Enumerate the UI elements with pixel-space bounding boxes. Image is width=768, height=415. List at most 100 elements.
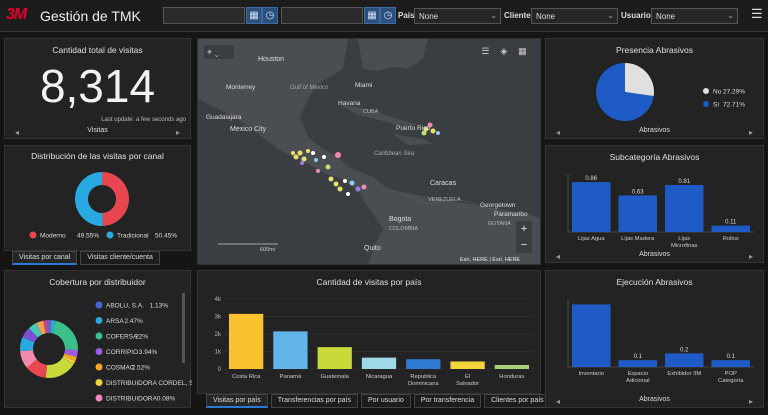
channel-donut-chart: Moderno 49.55% Tradicional 50.45%	[29, 172, 177, 240]
legend-swatch	[29, 231, 37, 239]
map-label: Houston	[258, 56, 284, 63]
scrollbar[interactable]	[182, 293, 185, 363]
channel-tabs: Visitas por canal Visitas cliente/cuenta	[12, 251, 163, 265]
chevron-right-icon[interactable]: ▸	[749, 397, 753, 406]
x-tick-label: Espacio	[627, 371, 648, 377]
chevron-right-icon[interactable]: ▸	[176, 128, 180, 137]
zoom-controls: + −	[516, 221, 532, 253]
map-scale: 600mi	[260, 247, 275, 253]
legend-label: COSMAC	[106, 365, 135, 372]
data-label: 0.86	[585, 176, 597, 182]
client-filter-label: Cliente	[504, 11, 531, 20]
total-visits-panel: Cantidad total de visitas 8,314 Last upd…	[4, 38, 191, 139]
x-tick-label: POP	[725, 371, 737, 377]
legend-label: ABOLU, S.A.	[106, 303, 144, 310]
data-label: 0.1	[727, 354, 736, 360]
map-canvas[interactable]: Houston Monterrey Gulf of Mexico Miami H…	[198, 39, 541, 265]
map-toolbar: ☰ ◈ ▦	[476, 43, 532, 59]
bar	[711, 360, 750, 367]
map-label: Miami	[355, 82, 372, 89]
x-tick-label: Lijas	[678, 236, 690, 242]
legend-value: 49.55%	[77, 233, 99, 240]
legend-label: CORRIPIO	[106, 349, 138, 356]
legend-swatch	[95, 379, 103, 386]
y-tick-label: 3k	[215, 315, 222, 321]
panel-footer: Abrasivos	[639, 127, 670, 134]
data-label: 0.11	[725, 220, 737, 226]
calendar-icon[interactable]: ▦	[246, 7, 262, 24]
clock-icon[interactable]: ◷	[262, 7, 278, 24]
zoom-out-button[interactable]: −	[516, 237, 532, 253]
y-tick-label: 1k	[215, 350, 222, 356]
legend-label: Moderno	[40, 233, 66, 240]
map-attribution: Esri, HERE | Esri, HERE	[460, 257, 520, 263]
last-update-text: Last update: a few seconds ago	[101, 117, 186, 123]
menu-icon[interactable]: ☰	[751, 7, 763, 20]
map-label: Gulf of Mexico	[290, 85, 329, 91]
tab-by-user[interactable]: Por usuario	[361, 394, 411, 408]
donut-slice	[625, 63, 654, 97]
legend-value: 1.13%	[150, 303, 169, 310]
chevron-left-icon[interactable]: ◂	[556, 128, 560, 137]
chevron-down-icon: ⌄	[490, 11, 497, 20]
country-filter-label: País	[398, 11, 415, 20]
legend-swatch	[95, 317, 103, 324]
legend-swatch	[95, 332, 103, 340]
x-tick-label: El	[465, 374, 470, 380]
bar	[406, 359, 441, 369]
ejecucion-panel: Ejecución Abrasivos Inventario 0.1 Espacio…	[545, 270, 764, 408]
map-label: Georgetown	[480, 202, 516, 209]
client-select[interactable]: None ⌄	[531, 8, 618, 24]
layers-icon[interactable]: ◈	[500, 46, 507, 57]
ejecucion-chart: Inventario 0.1 EspacioAdicional 0.2 Exhibido…	[567, 299, 754, 384]
tab-transfers-by-country[interactable]: Transferencias por país	[270, 394, 359, 408]
legend-value: 22%	[135, 334, 148, 341]
chevron-left-icon[interactable]: ◂	[15, 128, 19, 137]
bar	[494, 364, 529, 369]
start-date-field[interactable]	[163, 7, 245, 24]
3m-logo: 3M	[6, 6, 27, 23]
user-select[interactable]: None ⌄	[651, 8, 738, 24]
tab-visits-by-channel[interactable]: Visitas por canal	[12, 251, 78, 265]
tab-clients-by-country[interactable]: Clientes por país	[484, 394, 551, 408]
map-extent-button[interactable]: ⌖ ⌄	[204, 45, 234, 59]
chevron-left-icon[interactable]: ◂	[556, 397, 560, 406]
bar	[273, 331, 308, 369]
tab-visits-by-client[interactable]: Visitas cliente/cuenta	[80, 251, 160, 265]
legend-swatch	[95, 363, 103, 371]
map-label: Quito	[364, 245, 381, 252]
tab-visits-by-country[interactable]: Visitas por país	[206, 394, 268, 408]
legend-value: 50.45%	[155, 233, 177, 240]
chevron-right-icon[interactable]: ▸	[749, 252, 753, 261]
legend-swatch	[95, 394, 103, 402]
x-tick-label: Rollos	[723, 236, 739, 242]
map-label: Monterrey	[226, 84, 256, 91]
chevron-right-icon[interactable]: ▸	[749, 128, 753, 137]
donut-slice	[102, 172, 129, 226]
basemap-gallery-icon[interactable]: ▦	[518, 46, 527, 57]
bar	[450, 361, 485, 369]
map-panel[interactable]: Houston Monterrey Gulf of Mexico Miami H…	[197, 38, 541, 265]
calendar-icon[interactable]: ▦	[364, 7, 380, 24]
legend-label: COFERSA	[106, 334, 138, 341]
subcategoria-panel: Subcategoría Abrasivos 0.86 Lijas Agua 0.6…	[545, 145, 764, 263]
panel-footer: Visitas	[87, 127, 108, 134]
x-tick-label: Nicaragua	[366, 374, 393, 380]
visits-by-country-chart: 0 1k 2k 3k 4k Costa Rica Panamá Guatemala Nicara…	[215, 297, 534, 387]
legend-label: No	[713, 89, 722, 96]
chevron-left-icon[interactable]: ◂	[556, 252, 560, 261]
x-tick-label: Guatemala	[321, 374, 350, 380]
legend-value: 72.71%	[723, 102, 745, 109]
legend-list-icon[interactable]: ☰	[481, 46, 489, 57]
clock-icon[interactable]: ◷	[380, 7, 396, 24]
country-select[interactable]: None ⌄	[414, 8, 501, 24]
y-tick-label: 4k	[215, 297, 222, 303]
presencia-panel: Presencia Abrasivos No 27.29% Sí 72.71% …	[545, 38, 764, 139]
end-date-field[interactable]	[281, 7, 363, 24]
visits-by-country-panel: Cantidad de visitas por país 0 1k 2k 3k 4k Co…	[197, 270, 541, 394]
tab-by-transfer[interactable]: Por transferencia	[413, 394, 482, 408]
data-label: 0.81	[678, 179, 690, 185]
x-tick-label: Adicional	[626, 378, 650, 384]
bar	[317, 347, 352, 369]
zoom-in-button[interactable]: +	[516, 221, 532, 237]
